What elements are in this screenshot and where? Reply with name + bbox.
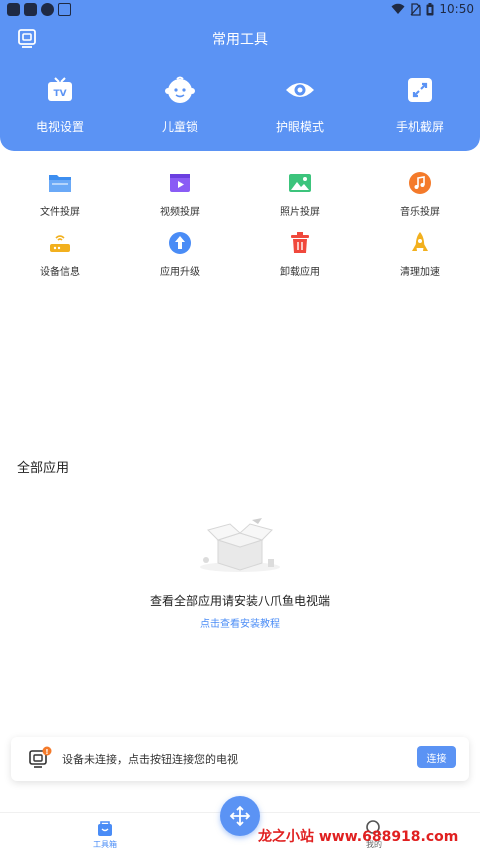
- nav-toolbox-label: 工具箱: [93, 840, 117, 849]
- notification-icon: [41, 3, 54, 16]
- notification-icon: [24, 3, 37, 16]
- connect-status-text: 设备未连接，点击按钮连接您的电视: [62, 753, 238, 766]
- connect-button[interactable]: 连接: [417, 746, 456, 768]
- video-cast-label: 视频投屏: [160, 207, 200, 218]
- child-face-icon: [164, 74, 196, 106]
- photo-cast-tool[interactable]: 照片投屏: [240, 171, 360, 231]
- tv-settings-label: 电视设置: [35, 120, 84, 134]
- status-left-icons: [7, 3, 71, 16]
- alert-badge: !: [45, 748, 48, 756]
- nav-toolbox[interactable]: 工具箱: [75, 819, 135, 850]
- header: 10:50 常用工具 TV 电视设置 儿童锁 护眼模式 手机截屏: [0, 0, 480, 151]
- device-disconnected-icon: !: [28, 746, 52, 770]
- no-sim-icon: [410, 2, 422, 16]
- font-icon: [58, 3, 71, 16]
- screenshot-tool[interactable]: 手机截屏: [360, 74, 480, 135]
- music-cast-tool[interactable]: 音乐投屏: [360, 171, 480, 231]
- child-lock-tool[interactable]: 儿童锁: [120, 74, 240, 135]
- status-bar: 10:50: [0, 0, 480, 20]
- watermark: 龙之小站 www.688918.com: [258, 829, 459, 845]
- install-tutorial-link[interactable]: 点击查看安装教程: [0, 615, 480, 630]
- trash-icon: [288, 231, 312, 255]
- battery-icon: [426, 2, 434, 15]
- music-cast-label: 音乐投屏: [400, 207, 440, 218]
- photo-icon: [288, 171, 312, 195]
- tool-row: 文件投屏 视频投屏 照片投屏 音乐投屏: [0, 171, 480, 231]
- tv-settings-tool[interactable]: TV 电视设置: [0, 74, 120, 135]
- video-cast-tool[interactable]: 视频投屏: [120, 171, 240, 231]
- folder-icon: [48, 171, 72, 195]
- notification-icon: [7, 3, 20, 16]
- wifi-icon: [391, 3, 405, 14]
- router-icon: [48, 231, 72, 255]
- eye-icon: [284, 74, 316, 106]
- page-title: 常用工具: [212, 32, 268, 48]
- music-icon: [408, 171, 432, 195]
- file-cast-tool[interactable]: 文件投屏: [0, 171, 120, 231]
- eye-care-label: 护眼模式: [275, 120, 324, 134]
- app-upgrade-label: 应用升级: [160, 267, 200, 278]
- move-arrows-icon: [229, 805, 251, 827]
- svg-text:TV: TV: [53, 89, 66, 99]
- remote-control-button[interactable]: [220, 796, 260, 836]
- empty-message: 查看全部应用请安装八爪鱼电视端: [149, 594, 330, 608]
- tool-row: 设备信息 应用升级 卸载应用 清理加速: [0, 231, 480, 291]
- eye-care-tool[interactable]: 护眼模式: [240, 74, 360, 135]
- connect-banner: ! 设备未连接，点击按钮连接您的电视 连接: [11, 737, 469, 781]
- screenshot-icon: [404, 74, 436, 106]
- child-lock-label: 儿童锁: [161, 120, 198, 134]
- device-info-tool[interactable]: 设备信息: [0, 231, 120, 291]
- clean-speed-label: 清理加速: [400, 267, 440, 278]
- tv-icon: TV: [44, 74, 76, 106]
- status-time: 10:50: [439, 2, 474, 16]
- empty-box-illustration: [190, 515, 290, 575]
- screenshot-label: 手机截屏: [395, 120, 444, 134]
- file-cast-label: 文件投屏: [40, 207, 80, 218]
- uninstall-app-tool[interactable]: 卸载应用: [240, 231, 360, 291]
- photo-cast-label: 照片投屏: [280, 207, 320, 218]
- app-screen: 10:50 常用工具 TV 电视设置 儿童锁 护眼模式 手机截屏 文件投屏 视频…: [0, 0, 480, 854]
- toolbox-icon: [96, 819, 114, 837]
- upgrade-icon: [168, 231, 192, 255]
- app-upgrade-tool[interactable]: 应用升级: [120, 231, 240, 291]
- uninstall-app-label: 卸载应用: [280, 267, 320, 278]
- status-right: 10:50: [391, 2, 474, 16]
- clean-speed-tool[interactable]: 清理加速: [360, 231, 480, 291]
- rocket-icon: [408, 231, 432, 255]
- video-icon: [168, 171, 192, 195]
- top-tools: TV 电视设置 儿童锁 护眼模式 手机截屏: [0, 74, 480, 135]
- tool-grid: 文件投屏 视频投屏 照片投屏 音乐投屏 设备信息 应用升级 卸载应用 清理加速: [0, 171, 480, 291]
- device-info-label: 设备信息: [40, 267, 80, 278]
- all-apps-title: 全部应用: [17, 461, 70, 476]
